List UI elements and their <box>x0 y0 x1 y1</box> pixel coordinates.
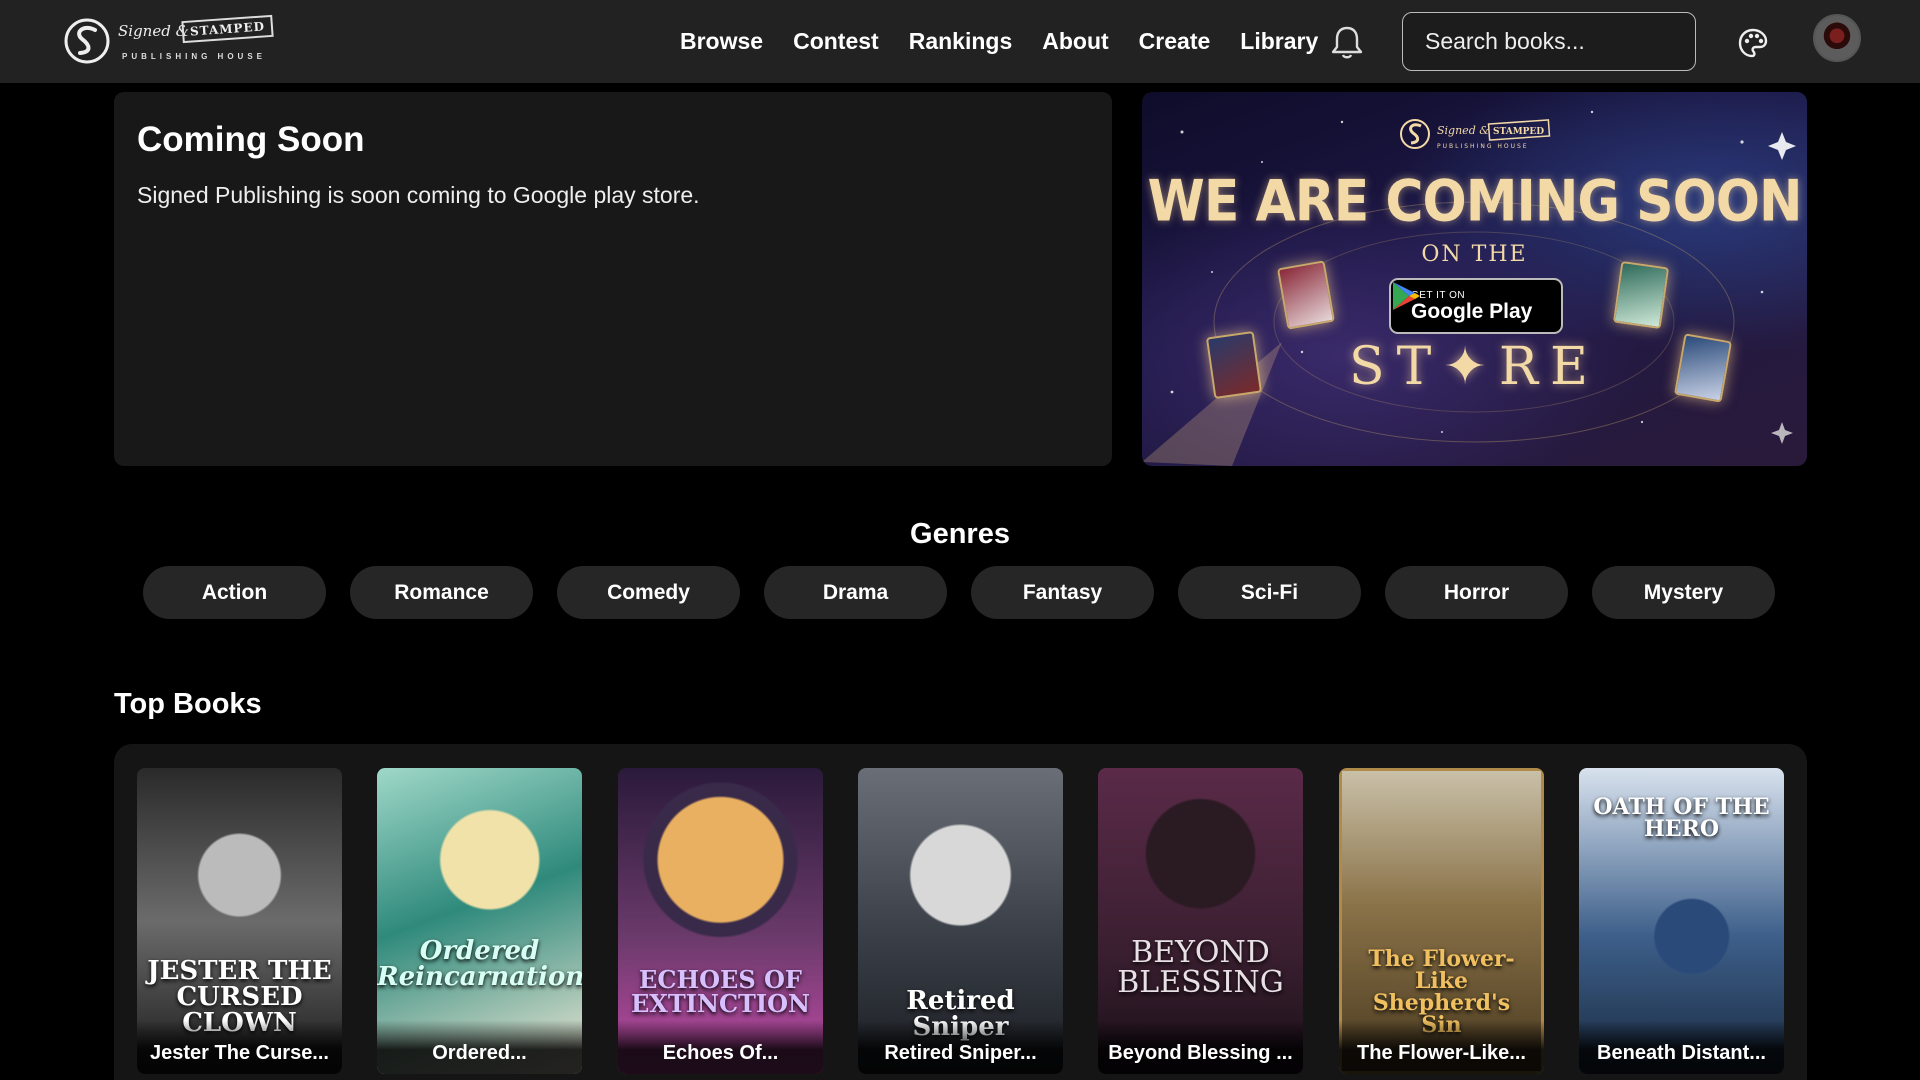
banner-on-the: ON THE <box>1421 242 1528 267</box>
logo-signed-text: Signed & <box>118 22 189 40</box>
nav-link-rankings[interactable]: Rankings <box>909 28 1013 55</box>
google-play-small-text: GET IT ON <box>1411 289 1466 301</box>
book-card[interactable]: Retired Sniper Retired Sniper... <box>858 768 1063 1074</box>
book-cover-title: Ordered Reincarnation <box>377 936 582 992</box>
coming-soon-banner[interactable]: Signed & STAMPED PUBLISHING HOUSE WE ARE… <box>1142 92 1807 466</box>
genre-fantasy[interactable]: Fantasy <box>971 566 1154 619</box>
genre-drama[interactable]: Drama <box>764 566 947 619</box>
coming-soon-title: Coming Soon <box>137 120 365 159</box>
logo-house-text: PUBLISHING HOUSE <box>122 52 267 61</box>
book-card[interactable]: OATH OF THE HERO Beneath Distant... <box>1579 768 1784 1074</box>
site-logo[interactable]: Signed & STAMPED PUBLISHING HOUSE <box>62 14 274 68</box>
book-title: Echoes Of... <box>618 1020 823 1074</box>
user-avatar[interactable] <box>1813 14 1861 62</box>
google-play-text: GET IT ON Google Play <box>1411 290 1532 323</box>
google-play-badge[interactable]: GET IT ON Google Play <box>1389 278 1563 334</box>
book-title: The Flower-Like... <box>1339 1020 1544 1074</box>
svg-text:Signed &: Signed & <box>1437 124 1489 137</box>
genre-comedy[interactable]: Comedy <box>557 566 740 619</box>
palette-icon[interactable] <box>1738 28 1768 58</box>
logo-wordmark: Signed & STAMPED PUBLISHING HOUSE <box>116 14 274 68</box>
nav-link-about[interactable]: About <box>1042 28 1108 55</box>
top-books-title: Top Books <box>114 688 262 720</box>
book-title: Ordered... <box>377 1020 582 1074</box>
bell-icon[interactable] <box>1330 24 1364 60</box>
genre-horror[interactable]: Horror <box>1385 566 1568 619</box>
banner-headline: WE ARE COMING SOON <box>1147 169 1802 235</box>
genre-sci-fi[interactable]: Sci-Fi <box>1178 566 1361 619</box>
book-card[interactable]: JESTER THE CURSED CLOWN Jester The Curse… <box>137 768 342 1074</box>
banner-book-2 <box>1612 260 1670 330</box>
book-card[interactable]: ECHOES OF EXTINCTION Echoes Of... <box>618 768 823 1074</box>
logo-stamped-text: STAMPED <box>181 14 274 44</box>
genres-title: Genres <box>910 518 1010 550</box>
google-play-big-text: Google Play <box>1411 299 1533 323</box>
banner-logo: Signed & STAMPED PUBLISHING HOUSE <box>1397 114 1557 154</box>
svg-text:PUBLISHING HOUSE: PUBLISHING HOUSE <box>1437 143 1529 150</box>
genre-action[interactable]: Action <box>143 566 326 619</box>
coming-soon-card: Coming Soon Signed Publishing is soon co… <box>114 92 1112 466</box>
book-title: Retired Sniper... <box>858 1020 1063 1074</box>
book-cover-title: ECHOES OF EXTINCTION <box>631 965 810 1018</box>
nav-link-library[interactable]: Library <box>1240 28 1318 55</box>
google-play-icon <box>1393 282 1420 310</box>
banner-book-3 <box>1205 330 1263 400</box>
genre-list: Action Romance Comedy Drama Fantasy Sci-… <box>143 566 1775 619</box>
book-card[interactable]: BEYOND BLESSING Beyond Blessing ... <box>1098 768 1303 1074</box>
nav-links: Browse Contest Rankings About Create Lib… <box>680 0 1348 83</box>
book-card[interactable]: The Flower-Like Shepherd's Sin The Flowe… <box>1339 768 1544 1074</box>
book-title: Beyond Blessing ... <box>1098 1020 1303 1074</box>
book-cover-title: BEYOND BLESSING <box>1117 935 1284 1000</box>
genre-romance[interactable]: Romance <box>350 566 533 619</box>
logo-mark-icon <box>64 18 110 64</box>
svg-text:STAMPED: STAMPED <box>1493 127 1544 137</box>
book-card[interactable]: Ordered Reincarnation Ordered... <box>377 768 582 1074</box>
book-title: Beneath Distant... <box>1579 1020 1784 1074</box>
genre-mystery[interactable]: Mystery <box>1592 566 1775 619</box>
top-navbar: Signed & STAMPED PUBLISHING HOUSE Browse… <box>0 0 1920 83</box>
search-input[interactable] <box>1402 12 1696 71</box>
coming-soon-text: Signed Publishing is soon coming to Goog… <box>137 182 700 208</box>
book-cover-title: OATH OF THE HERO <box>1593 794 1770 842</box>
nav-link-contest[interactable]: Contest <box>793 28 879 55</box>
nav-link-browse[interactable]: Browse <box>680 28 763 55</box>
book-title: Jester The Curse... <box>137 1020 342 1074</box>
banner-logo-icon: Signed & STAMPED PUBLISHING HOUSE <box>1400 119 1551 150</box>
nav-link-create[interactable]: Create <box>1139 28 1211 55</box>
